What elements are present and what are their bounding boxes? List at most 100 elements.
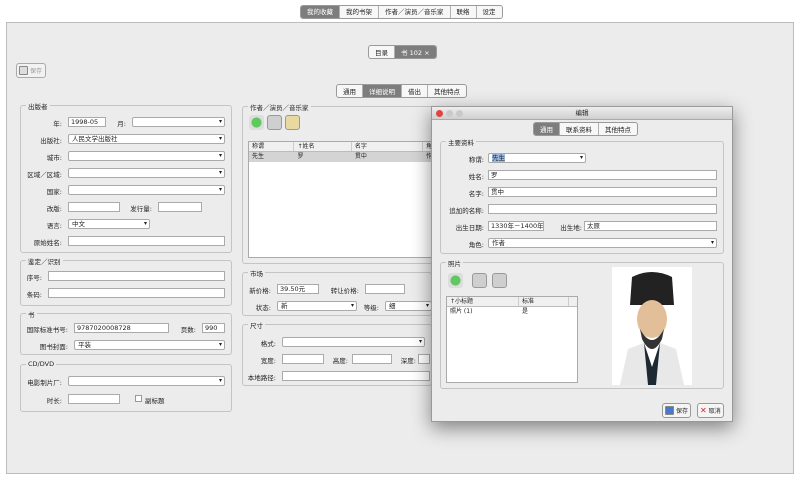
- tab-loan[interactable]: 借出: [402, 85, 428, 97]
- tab-list[interactable]: 目录: [369, 46, 395, 58]
- month-select[interactable]: [132, 117, 225, 127]
- table-cell: 贯中: [354, 153, 367, 160]
- depth-input[interactable]: [418, 354, 430, 364]
- length-label: 时长:: [46, 397, 62, 405]
- birth-date-input[interactable]: 1330年－1400年: [488, 221, 544, 231]
- tab-favorites[interactable]: 我的收藏: [301, 6, 340, 18]
- trash-icon[interactable]: [267, 115, 282, 130]
- dialog-cancel-label: 取消: [708, 408, 721, 415]
- authors-table-header: 称谓 ↑姓名 名字 角: [249, 142, 432, 152]
- path-input[interactable]: [282, 371, 430, 381]
- tab-contacts[interactable]: 联络: [451, 6, 477, 18]
- tab-settings[interactable]: 设定: [477, 6, 502, 18]
- path-label: 本地路径:: [247, 374, 276, 382]
- year-label: 年:: [53, 120, 62, 128]
- year-input[interactable]: 1998-05: [68, 117, 106, 127]
- close-icon[interactable]: ×: [424, 49, 429, 57]
- pages-input[interactable]: 990: [202, 323, 225, 333]
- table-row[interactable]: 先生 罗 贯中 作: [249, 152, 432, 162]
- edit-icon[interactable]: [285, 115, 300, 130]
- length-input[interactable]: [68, 394, 120, 404]
- edit-photo-icon[interactable]: [472, 273, 487, 288]
- column-header[interactable]: 称谓: [249, 142, 295, 151]
- market-title: 市场: [248, 268, 265, 278]
- dialog-tab-contact[interactable]: 联系资料: [560, 123, 599, 135]
- edit-dialog: 编辑 通用 联系资料 其他特点 主要资料 称谓: 先生 姓名: 罗 名字: 贯中…: [431, 106, 733, 422]
- surname-label: 姓名:: [468, 173, 484, 181]
- close-icon[interactable]: [436, 110, 443, 117]
- original-title-input[interactable]: [68, 236, 225, 246]
- format-label: 格式:: [260, 340, 276, 348]
- price-input[interactable]: 39.50元: [277, 284, 319, 294]
- add-icon[interactable]: [249, 115, 264, 130]
- given-name-input[interactable]: 贯中: [488, 187, 717, 197]
- tab-other[interactable]: 其他特点: [428, 85, 466, 97]
- table-cell: 照片 (1): [450, 308, 473, 315]
- column-header[interactable]: 标准: [519, 297, 569, 306]
- cover-select[interactable]: 平装: [74, 340, 225, 350]
- tab-bookshelf[interactable]: 我的书架: [340, 6, 379, 18]
- authors-title: 作者／演员／音乐家: [248, 102, 311, 112]
- serial-input[interactable]: [48, 271, 225, 281]
- edition-input[interactable]: [68, 202, 120, 212]
- birthplace-input[interactable]: 太原: [584, 221, 717, 231]
- role-select[interactable]: 作者: [488, 238, 717, 248]
- tab-details[interactable]: 详细说明: [363, 85, 402, 97]
- publisher-title: 出版者: [26, 101, 50, 111]
- language-select[interactable]: 中文: [68, 219, 150, 229]
- printrun-input[interactable]: [158, 202, 202, 212]
- format-select[interactable]: [282, 337, 425, 347]
- isbn-input[interactable]: 9787020008728: [74, 323, 169, 333]
- width-input[interactable]: [282, 354, 324, 364]
- edition-label: 改版:: [46, 205, 62, 213]
- height-input[interactable]: [352, 354, 392, 364]
- resale-label: 转让价格:: [330, 287, 359, 295]
- country-select[interactable]: [68, 185, 225, 195]
- salutation-select[interactable]: 先生: [488, 153, 586, 163]
- country-label: 国家:: [46, 188, 62, 196]
- width-label: 宽度:: [260, 357, 276, 365]
- minimize-icon[interactable]: [446, 110, 453, 117]
- studio-select[interactable]: [68, 376, 225, 386]
- table-row[interactable]: 照片 (1) 是: [447, 307, 577, 317]
- state-select[interactable]: 新: [277, 301, 357, 311]
- tab-general[interactable]: 通用: [337, 85, 363, 97]
- tab-book[interactable]: 书 102 ×: [395, 46, 436, 58]
- dialog-titlebar: 编辑: [432, 107, 732, 120]
- height-label: 高度:: [332, 357, 348, 365]
- city-select[interactable]: [68, 151, 225, 161]
- zoom-icon[interactable]: [456, 110, 463, 117]
- resale-input[interactable]: [365, 284, 405, 294]
- language-label: 语言:: [46, 222, 62, 230]
- trash-icon[interactable]: [492, 273, 507, 288]
- barcode-input[interactable]: [48, 288, 225, 298]
- size-title: 尺寸: [248, 320, 265, 330]
- dialog-save-button[interactable]: 保存: [662, 403, 692, 418]
- surname-input[interactable]: 罗: [488, 170, 717, 180]
- birth-date-label: 出生日期:: [455, 224, 484, 232]
- tab-authors[interactable]: 作者／演员／音乐家: [379, 6, 451, 18]
- dialog-tab-general[interactable]: 通用: [534, 123, 560, 135]
- save-button[interactable]: 保存: [16, 63, 46, 78]
- table-cell: 是: [522, 308, 529, 315]
- salutation-label: 称谓:: [468, 156, 484, 164]
- dialog-cancel-button[interactable]: ✕ 取消: [697, 403, 724, 418]
- column-header[interactable]: 名字: [352, 142, 423, 151]
- press-label: 出版社:: [40, 137, 62, 145]
- add-photo-icon[interactable]: [448, 273, 463, 288]
- column-header[interactable]: ↑姓名: [294, 142, 352, 151]
- region-select[interactable]: [68, 168, 225, 178]
- save-label: 保存: [30, 68, 43, 75]
- main-info-title: 主要资料: [446, 137, 476, 147]
- studio-label: 电影制片厂:: [27, 379, 62, 387]
- column-header[interactable]: ↑小标题: [447, 297, 519, 306]
- subtitle-checkbox[interactable]: [135, 395, 142, 402]
- dialog-tab-other[interactable]: 其他特点: [599, 123, 637, 135]
- grade-select[interactable]: 细: [385, 301, 432, 311]
- extra-name-input[interactable]: [488, 204, 717, 214]
- document-tabs: 目录 书 102 ×: [368, 45, 437, 59]
- press-select[interactable]: 人民文学出版社: [68, 134, 225, 144]
- dialog-tabs: 通用 联系资料 其他特点: [533, 122, 638, 136]
- city-label: 城市:: [46, 154, 62, 162]
- barcode-label: 条码:: [26, 291, 42, 299]
